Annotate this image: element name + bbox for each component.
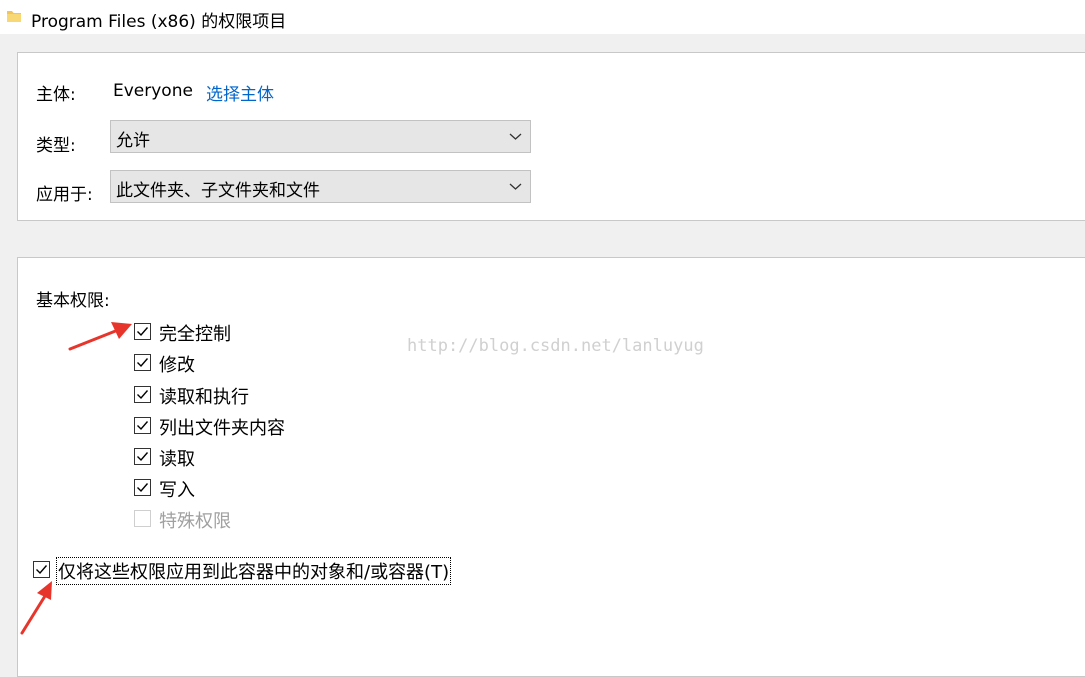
permission-label-read-execute: 读取和执行 xyxy=(159,387,249,408)
checkbox-full-control[interactable] xyxy=(134,323,151,340)
principal-label: 主体: xyxy=(36,85,76,105)
principal-value: Everyone xyxy=(113,81,193,101)
checkbox-special-permissions xyxy=(134,510,151,527)
checkbox-write[interactable] xyxy=(134,479,151,496)
permission-label-modify: 修改 xyxy=(159,355,195,376)
permission-label-special-permissions: 特殊权限 xyxy=(159,511,231,532)
applies-to-dropdown[interactable]: 此文件夹、子文件夹和文件 xyxy=(110,170,531,203)
checkmark-icon xyxy=(137,358,149,368)
annotation-arrow-icon xyxy=(20,581,52,635)
checkmark-icon xyxy=(137,483,149,493)
checkbox-modify[interactable] xyxy=(134,354,151,371)
watermark: http://blog.csdn.net/lanluyug xyxy=(407,336,704,356)
type-label: 类型: xyxy=(36,136,76,156)
checkbox-apply-only-to-container[interactable] xyxy=(33,561,50,578)
type-dropdown-value: 允许 xyxy=(116,131,150,151)
chevron-down-icon xyxy=(509,133,522,140)
chevron-down-icon xyxy=(509,183,522,190)
checkmark-icon xyxy=(137,421,149,431)
checkmark-icon xyxy=(137,390,149,400)
type-dropdown[interactable]: 允许 xyxy=(110,120,531,153)
folder-icon xyxy=(7,11,21,22)
select-principal-link[interactable]: 选择主体 xyxy=(206,80,274,105)
checkmark-icon xyxy=(137,327,149,337)
annotation-arrow-icon xyxy=(68,322,132,351)
window-title: Program Files (x86) 的权限项目 xyxy=(31,12,287,32)
checkbox-read-execute[interactable] xyxy=(134,386,151,403)
permission-label-list-folder-contents: 列出文件夹内容 xyxy=(159,418,285,439)
title-bar: Program Files (x86) 的权限项目 xyxy=(0,0,1085,34)
checkmark-icon xyxy=(36,565,48,575)
applies-to-label: 应用于: xyxy=(36,185,93,205)
checkbox-read[interactable] xyxy=(134,448,151,465)
checkmark-icon xyxy=(137,452,149,462)
basic-permissions-heading: 基本权限: xyxy=(36,291,110,311)
applies-to-dropdown-value: 此文件夹、子文件夹和文件 xyxy=(116,181,320,201)
permission-label-write: 写入 xyxy=(159,480,195,501)
checkbox-list-folder-contents[interactable] xyxy=(134,417,151,434)
permission-label-read: 读取 xyxy=(159,449,195,470)
permission-label-full-control: 完全控制 xyxy=(159,324,231,345)
apply-only-label[interactable]: 仅将这些权限应用到此容器中的对象和/或容器(T) xyxy=(55,557,452,585)
